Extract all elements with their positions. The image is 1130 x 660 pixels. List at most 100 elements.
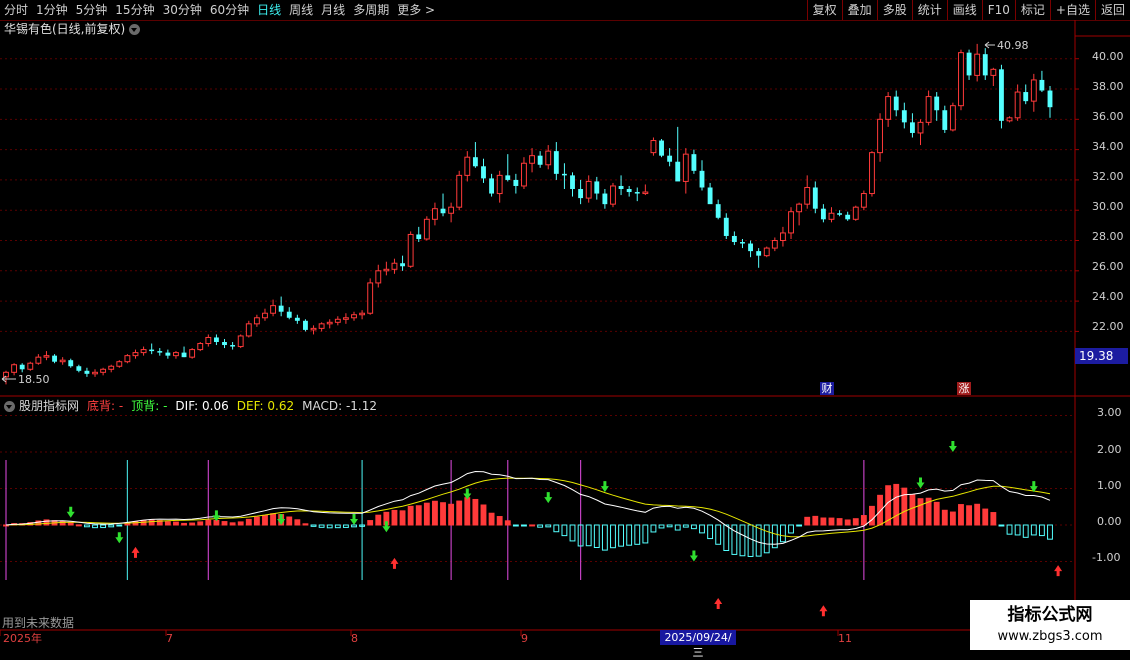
up-arrow-icon	[1054, 565, 1063, 577]
macd-bar	[262, 514, 268, 526]
macd-bar	[100, 524, 107, 529]
candle-body-down	[19, 364, 25, 370]
candle-body-up	[262, 312, 268, 319]
macd-bar	[529, 524, 535, 527]
candle-body-up	[407, 233, 414, 267]
candle-body-down	[440, 208, 446, 214]
macd-bar	[253, 516, 260, 526]
candle-body-down	[837, 213, 843, 215]
candle-body-up	[1030, 79, 1037, 102]
macd-bar	[181, 522, 187, 526]
limit-up-badge[interactable]: 涨	[957, 382, 971, 395]
chevron-down-icon[interactable]	[4, 400, 15, 412]
macd-bar	[1014, 524, 1021, 536]
macd-bar	[423, 502, 430, 526]
up-arrow-icon	[390, 557, 399, 569]
candle-body-down	[748, 243, 753, 252]
candle-body-down	[626, 189, 632, 193]
macd-bar	[67, 522, 74, 526]
macd-bar	[949, 511, 956, 526]
macd-bar	[553, 524, 560, 533]
candle-body-down	[667, 155, 673, 162]
candle-body-down	[982, 54, 988, 76]
macd-bar	[780, 524, 786, 543]
macd-bar	[148, 519, 155, 526]
macd-bar	[860, 515, 867, 526]
up-arrow-icon	[714, 598, 723, 609]
candle-body-down	[286, 311, 292, 318]
candle-body-up	[448, 206, 455, 214]
price-axis-labels: 40.00 38.00 36.00 34.00 32.00 30.00 28.0…	[1092, 50, 1124, 333]
candle-body-down	[707, 187, 713, 205]
macd-bar	[496, 516, 503, 526]
candle-body-down	[165, 352, 171, 356]
price-tick: 30.00	[1092, 200, 1124, 213]
candle-body-down	[756, 251, 762, 256]
time-tick: 11	[838, 632, 852, 645]
candle-body-up	[326, 321, 333, 325]
candle-body-down	[294, 317, 300, 321]
time-tick: 9	[521, 632, 528, 645]
candle-body-up	[383, 268, 390, 272]
macd-bar	[699, 524, 705, 534]
candlestick-series	[1, 41, 1053, 385]
candle-body-up	[92, 371, 98, 375]
candle-body-down	[909, 122, 915, 133]
macd-bar	[116, 524, 123, 527]
candle-body-down	[731, 235, 737, 243]
macd-bar	[901, 487, 908, 526]
macd-bar	[852, 518, 859, 526]
macd-bar	[92, 524, 98, 529]
candle-body-up	[35, 356, 42, 364]
candle-body-down	[723, 217, 729, 236]
main-chart-title: 华锡有色(日线,前复权)	[4, 21, 141, 37]
candle-body-up	[885, 96, 892, 120]
candle-body-down	[966, 52, 972, 76]
candle-body-up	[877, 118, 883, 154]
time-tick: 2025年	[3, 631, 42, 645]
candle-body-up	[189, 349, 196, 358]
dea-label: DEF: 0.62	[236, 399, 295, 413]
macd-bar	[1022, 524, 1029, 538]
macd-bar	[666, 524, 673, 528]
macd-bar	[189, 522, 196, 526]
chevron-down-icon[interactable]	[129, 23, 141, 35]
bottom-divergence-label: 底背: -	[87, 399, 124, 413]
macd-bar	[197, 521, 204, 526]
candle-body-down	[505, 175, 511, 180]
candle-body-up	[1006, 117, 1013, 122]
finance-badge[interactable]: 财	[820, 382, 834, 395]
candle-body-down	[222, 342, 227, 346]
candle-body-down	[570, 175, 575, 190]
candle-body-down	[740, 242, 745, 244]
grid-lines	[0, 58, 1075, 562]
macd-bar	[561, 524, 568, 537]
macd-bar	[124, 523, 131, 526]
macd-bar	[432, 500, 438, 526]
macd-bar	[537, 524, 544, 528]
kline-chart[interactable]: 40.98 18.50 40.00 38.00 36.00 34.00 32.0…	[0, 0, 1130, 650]
down-arrow-icon	[600, 481, 609, 493]
macd-bar	[966, 505, 972, 526]
ind-tick: 0.00	[1097, 515, 1122, 528]
price-tick: 34.00	[1092, 140, 1124, 153]
candle-body-down	[481, 166, 486, 179]
candle-body-up	[763, 247, 770, 257]
macd-bar	[569, 524, 576, 542]
macd-bar	[342, 524, 349, 528]
macd-bar	[804, 516, 811, 526]
macd-bar	[334, 524, 341, 529]
price-tick: 40.00	[1092, 50, 1124, 63]
candle-body-up	[245, 323, 252, 337]
candle-body-up	[391, 262, 398, 270]
low-price-marker: 18.50	[18, 373, 50, 386]
candle-body-up	[318, 323, 325, 329]
macd-bar	[1047, 524, 1053, 540]
macd-bar	[828, 517, 835, 526]
macd-bar	[399, 510, 406, 526]
macd-bar	[221, 521, 228, 526]
candle-body-down	[561, 173, 567, 176]
candle-body-up	[27, 362, 34, 370]
macd-bar	[480, 504, 487, 526]
watermark-title: 指标公式网	[1007, 605, 1093, 625]
